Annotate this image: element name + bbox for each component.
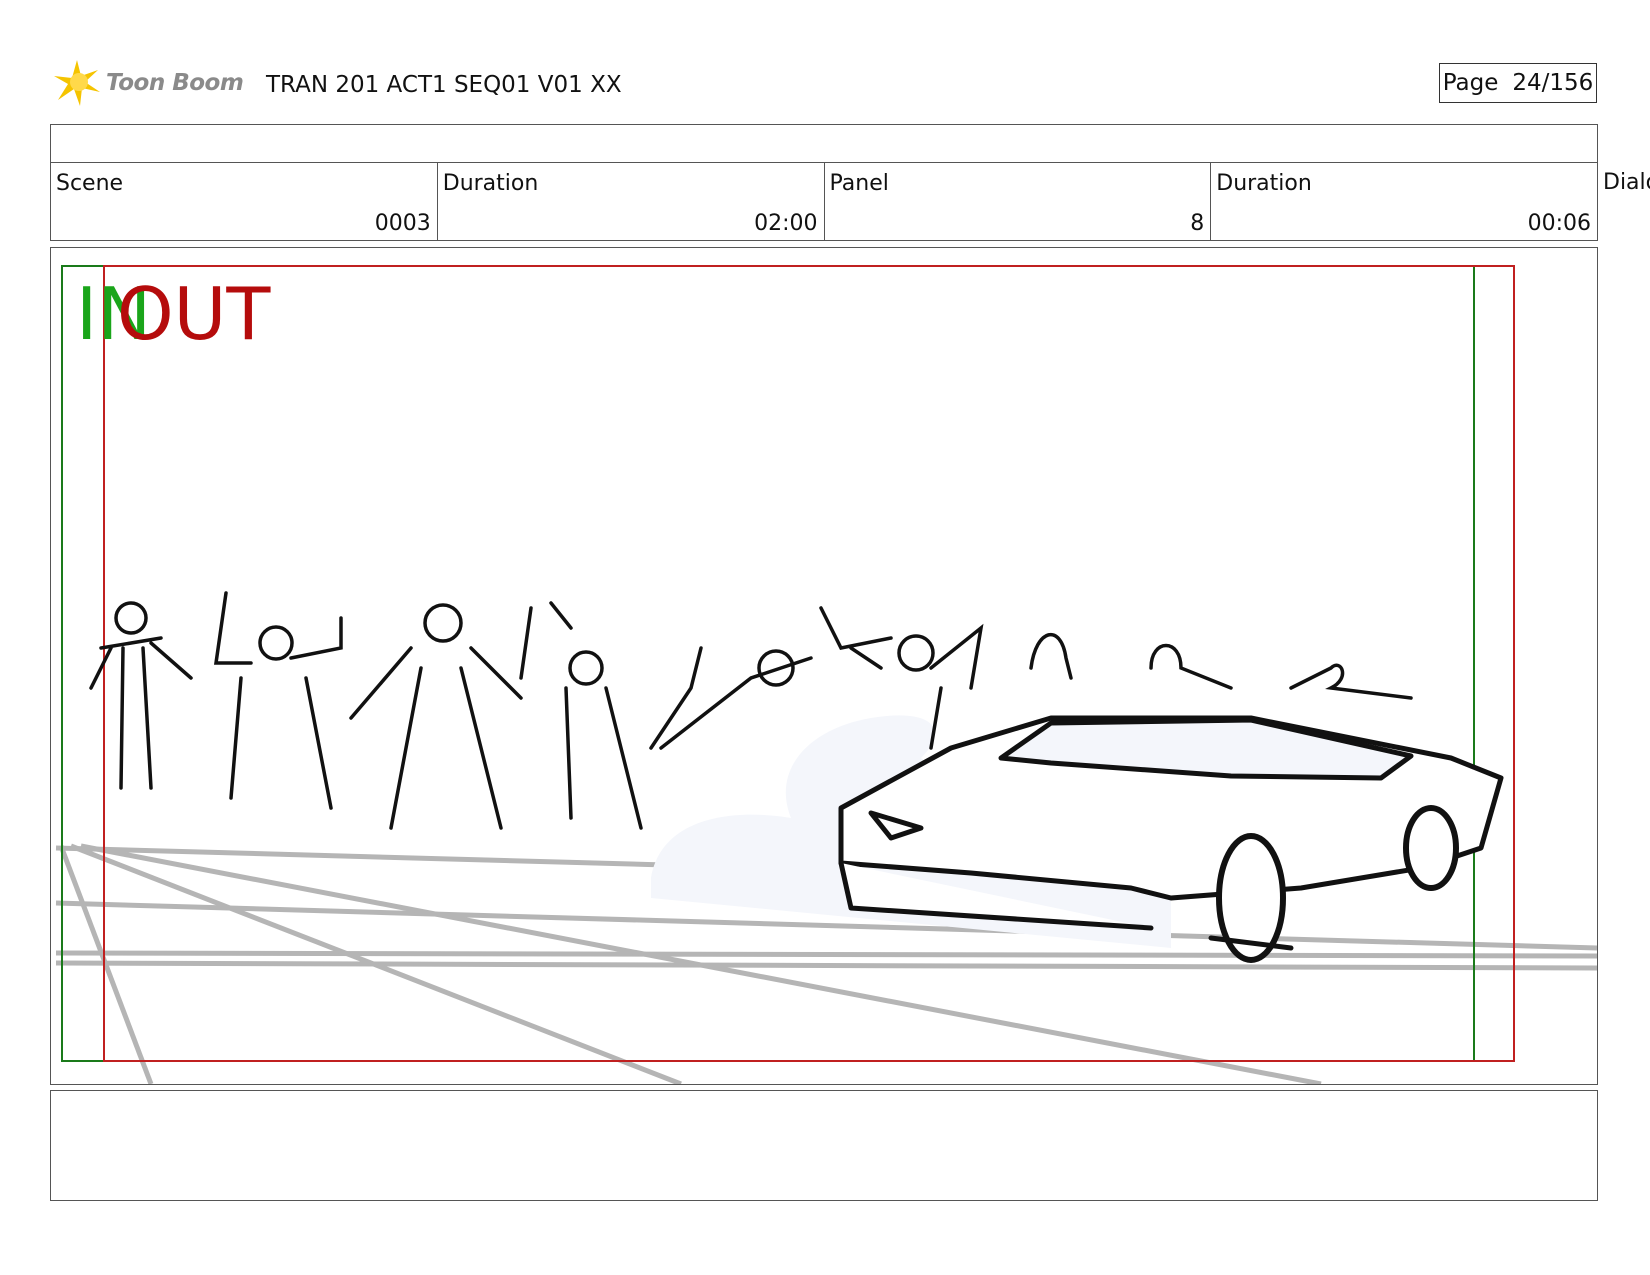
- dialog-label: Dialog: [1603, 170, 1650, 195]
- out-label: OUT: [117, 272, 271, 356]
- crowd-and-sports-car-sketch-icon: [55, 265, 1597, 1084]
- logo-text: Toon Boom: [106, 70, 244, 96]
- panel-cell: Panel 8: [825, 163, 1212, 240]
- scene-duration-cell: Duration 02:00: [438, 163, 825, 240]
- storyboard-panel-frame: IN OUT: [50, 247, 1598, 1085]
- panel-duration-value: 00:06: [1527, 211, 1591, 236]
- panel-info-row: Scene 0003 Duration 02:00 Panel 8 Durati…: [50, 162, 1598, 241]
- panel-duration-label: Duration: [1216, 171, 1312, 196]
- panel-duration-cell: Duration 00:06: [1211, 163, 1597, 240]
- toon-boom-logo: Toon Boom: [52, 58, 244, 108]
- scene-duration-value: 02:00: [754, 211, 818, 236]
- document-title: TRAN 201 ACT1 SEQ01 V01 XX: [266, 72, 622, 98]
- page-number: 24/156: [1512, 70, 1594, 96]
- page-indicator: Page 24/156: [1439, 63, 1597, 103]
- page-label: Page: [1442, 70, 1499, 96]
- scene-label: Scene: [56, 171, 124, 196]
- action-notes-box: [50, 1090, 1598, 1201]
- panel-label: Panel: [829, 171, 889, 196]
- scene-duration-label: Duration: [442, 171, 539, 196]
- scene-cell: Scene 0003: [51, 163, 438, 240]
- header-blank-row: [50, 124, 1598, 163]
- panel-value: 8: [1190, 211, 1205, 236]
- scene-value: 0003: [374, 211, 431, 236]
- starburst-logo-icon: [54, 60, 100, 106]
